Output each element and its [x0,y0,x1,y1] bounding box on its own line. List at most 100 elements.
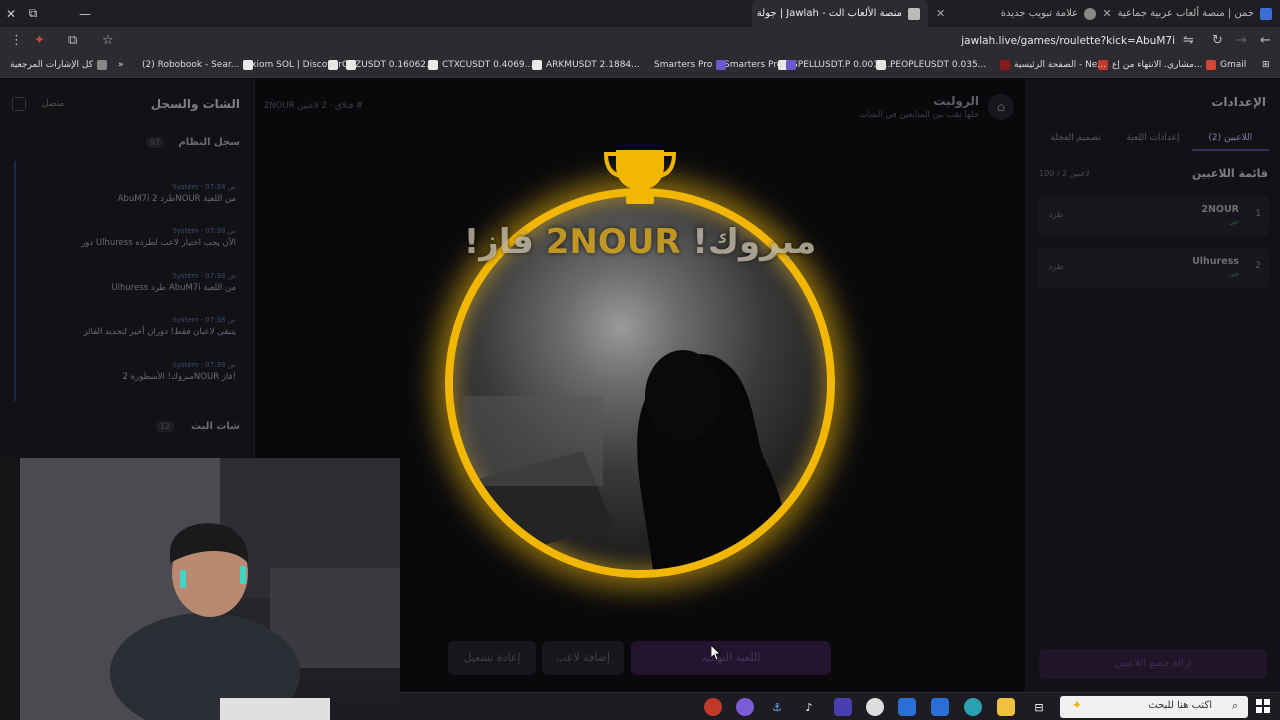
bookmark-item[interactable]: ARKMUSDT 2.1884... [532,60,640,70]
final-game-button[interactable]: اللعبة النهائية [631,641,831,675]
connection-status: متصل [42,99,65,109]
smarters-icon [716,60,727,70]
tab-players[interactable]: اللاعبين (2) [1191,125,1269,151]
panel-title: الشات والسجل [150,97,240,111]
add-player-button[interactable]: إضافة لاعب [542,641,624,675]
url-field[interactable]: jawlah.live/games/roulette?kick=AbuM7i [960,35,1175,47]
tab-game-settings[interactable]: إعدادات اللعبة [1114,125,1191,151]
home-icon[interactable]: ⌂ [988,94,1014,120]
bookmarks-bar: ⊞ Gmail مشاري. الانتهاء من إع... الصفحة … [0,56,1280,78]
log-entry: System · 07:38 ص AbuM7i طرد 2NOUR من الل… [117,183,236,204]
anchor-app-icon[interactable]: ⚓ [768,698,786,716]
log-timeline [14,161,16,401]
store-icon[interactable] [931,698,949,716]
task-view-icon[interactable]: ⊟ [1030,698,1048,716]
winner-name: 2NOUR [545,222,681,262]
search-icon: ⌕ [1231,699,1238,712]
tab-favicon-icon [1084,7,1096,20]
tab-strip: خمن | منصة ألعاب عربية جماعية ✕ علامة تب… [752,0,1280,27]
page-title: الروليت [933,94,979,108]
browser-tab-bar: ✕ ⧉ — + خمن | منصة ألعاب عربية جماعية ✕ … [0,0,1280,27]
system-log-title[interactable]: سجل النظام [178,137,240,148]
tab-title: خمن | منصة ألعاب عربية جماعية [1117,8,1254,19]
browser-tab[interactable]: علامة تبويب جديدة ✕ [928,0,1104,27]
tab-title: علامة تبويب جديدة [1000,8,1078,19]
bookmark-item[interactable]: كل الإشارات المرجعية [10,60,107,70]
bookmark-item[interactable]: Smarters Pro [724,60,797,70]
x-icon [243,60,254,70]
webcam-overlay [0,458,400,720]
players-list-title: قائمة اللاعبين [1192,167,1268,180]
forward-icon[interactable]: → [1236,33,1247,48]
bookmark-item[interactable]: Axiom SOL | Discover [245,60,356,70]
remove-all-players-button[interactable]: إزالة جميع اللاعبين [1039,649,1267,679]
kick-button[interactable]: طرد [1049,210,1063,219]
replay-button[interactable]: إعادة تشغيل [448,641,536,675]
back-icon[interactable]: ← [1260,33,1271,48]
edge-icon[interactable] [964,698,982,716]
webcam-feed [0,458,400,720]
extension-icon[interactable]: ✦ [34,33,45,48]
gmail-icon [1206,60,1216,70]
tab-wheel-design[interactable]: تصميم العجلة [1037,125,1114,151]
stream-chat-title[interactable]: شات البث [191,421,240,432]
settings-panel: الإعدادات اللاعبين (2) إعدادات اللعبة تص… [1025,79,1280,692]
folder-icon [96,60,107,70]
bookmark-item[interactable]: مشاري. الانتهاء من إع... [1098,60,1203,70]
close-window-icon[interactable]: ✕ [0,0,22,27]
chrome-icon[interactable] [866,698,884,716]
mail-icon[interactable] [898,698,916,716]
apps-grid-icon[interactable]: ⊞ [1262,60,1270,70]
windows-start-icon[interactable] [1256,699,1270,713]
tiktok-icon[interactable]: ♪ [800,698,818,716]
player-row: 2 Ulhuress حي طرد [1037,247,1269,289]
bookmark-item[interactable]: (2) Robobook - Sear... [142,60,254,70]
bookmark-favicon-icon [1000,60,1010,70]
close-tab-icon[interactable]: ✕ [1104,7,1112,20]
players-count: 100 / 2 لاعبين [1039,169,1090,178]
axiom-icon [345,60,356,70]
log-entry: System · 07:38 ص Ulhuress طرد AbuM7i من … [111,272,236,293]
close-tab-icon[interactable]: ✕ [936,7,945,20]
taskbar-search-field[interactable]: ✦ اكتب هنا للبحث ⌕ [1060,696,1248,718]
log-entry: System · 07:38 ص يتبقى لاعبان فقط! دوران… [83,316,236,337]
bookmark-star-icon[interactable]: ☆ [102,33,114,48]
smarters-icon [786,60,797,70]
tab-favicon-icon [908,7,920,20]
trophy-icon [604,150,676,204]
restore-window-icon[interactable]: ⧉ [22,0,44,27]
minimize-window-icon[interactable]: — [74,0,96,27]
log-entry: System · 07:38 ص دور Ulhuress الآن يجب ا… [81,227,236,248]
file-explorer-icon[interactable] [997,698,1015,716]
tradingview-icon [532,60,542,70]
menu-dots-icon[interactable]: ⋮ [10,33,23,48]
windows-taskbar: ⚓ ♪ ⊟ ✦ اكتب هنا للبحث ⌕ [400,692,1280,720]
panel-collapse-icon[interactable] [12,97,26,111]
tab-favicon-icon [1260,7,1272,20]
page-subtitle: خلها تقب بين المتابعين في الشات [859,110,979,120]
browser-tab[interactable]: خمن | منصة ألعاب عربية جماعية ✕ [1104,0,1280,27]
settings-title: الإعدادات [1211,95,1266,109]
chat-log-panel: متصل الشات والسجل 97 سجل النظام System ·… [0,79,255,459]
kick-button[interactable]: طرد [1049,262,1063,271]
bookmark-item[interactable]: Smarters Pro [654,60,727,70]
tab-title: جولة | Jawlah - منصة الألعاب الت [756,8,902,19]
log-entry: System · 07:38 ص مبروك! الأسطورة 2NOUR ف… [122,361,236,382]
bookmark-item[interactable]: الصفحة الرئيسية - Ne... [1000,60,1106,70]
bookmark-item[interactable]: CTXCUSDT 0.4069... [428,60,533,70]
app-icon[interactable] [736,698,754,716]
log-count-badge: 97 [145,137,164,148]
settings-tabs: اللاعبين (2) إعدادات اللعبة تصميم العجلة [1037,125,1269,151]
browser-tab-active[interactable]: جولة | Jawlah - منصة الألعاب الت ✕ [752,0,928,27]
player-row: 1 2NOUR حي طرد [1037,195,1269,237]
breadcrumb: 2NOUR فتلاق · 2 لاعبين # [264,101,364,111]
bookmark-item[interactable]: Gmail [1206,60,1246,70]
bookmarks-overflow-icon[interactable]: » [118,60,124,70]
app-icon[interactable] [834,698,852,716]
reload-icon[interactable]: ↻ [1212,33,1223,48]
site-settings-icon[interactable]: ⇋ [1183,33,1194,48]
chat-count-badge: 12 [155,421,174,432]
mouse-cursor-icon [711,645,721,661]
app-icon[interactable] [704,698,722,716]
extensions-puzzle-icon[interactable]: ⧉ [68,33,77,48]
